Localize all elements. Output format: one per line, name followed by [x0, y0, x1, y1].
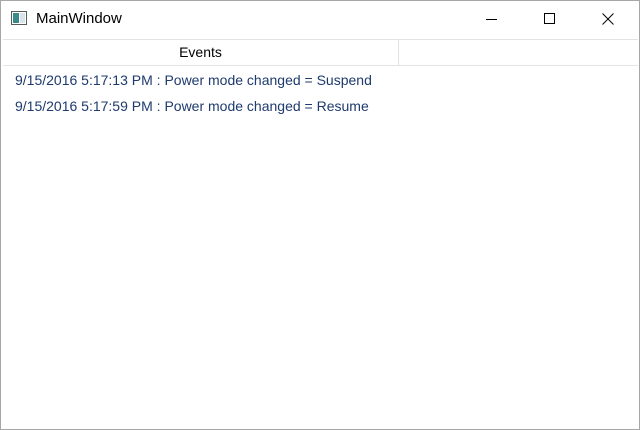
app-window-icon — [11, 11, 27, 25]
list-item[interactable]: 9/15/2016 5:17:59 PM : Power mode change… — [3, 93, 638, 119]
events-list[interactable]: 9/15/2016 5:17:13 PM : Power mode change… — [3, 67, 638, 119]
window-title: MainWindow — [36, 10, 122, 27]
list-header: Events — [3, 39, 638, 66]
list-item[interactable]: 9/15/2016 5:17:13 PM : Power mode change… — [3, 67, 638, 93]
main-window: MainWindow Events 9/15/2016 5:17:13 PM :… — [0, 0, 640, 430]
column-header-filler — [399, 40, 638, 65]
minimize-icon — [486, 19, 497, 20]
maximize-button[interactable] — [527, 1, 573, 37]
minimize-button[interactable] — [469, 1, 515, 37]
close-button[interactable] — [585, 1, 631, 37]
title-bar[interactable]: MainWindow — [1, 1, 639, 37]
close-icon — [602, 13, 614, 25]
column-header-events[interactable]: Events — [3, 40, 399, 65]
maximize-icon — [544, 13, 555, 24]
